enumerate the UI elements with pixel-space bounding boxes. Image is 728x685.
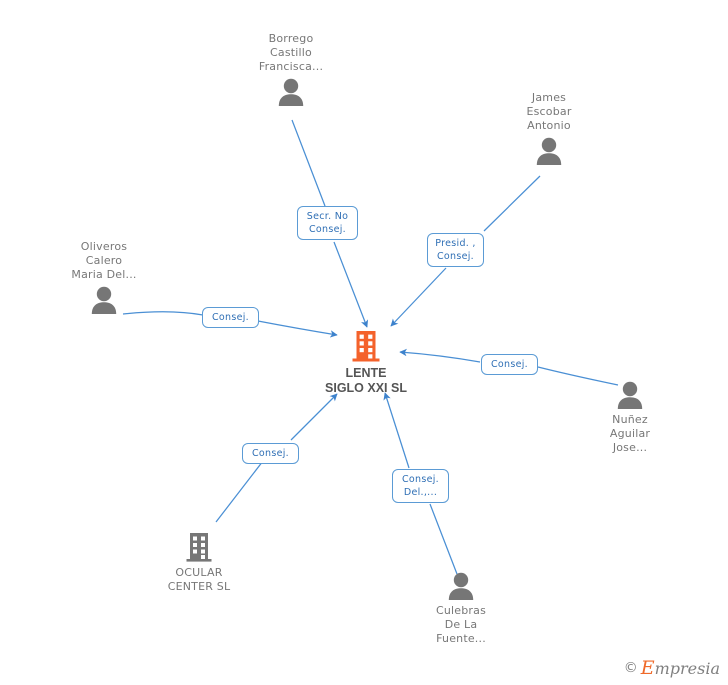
edge-label-consej-ocular[interactable]: Consej. [242, 443, 299, 464]
edge-label-secr-no-consej[interactable]: Secr. No Consej. [297, 206, 358, 240]
building-icon [139, 532, 259, 562]
edge-label-consej-del[interactable]: Consej. Del.,... [392, 469, 449, 503]
node-nunez[interactable]: Nuñez Aguilar Jose... [570, 381, 690, 455]
node-ocular-center[interactable]: OCULAR CENTER SL [139, 532, 259, 594]
node-label: Oliveros Calero Maria Del... [71, 240, 137, 281]
node-james[interactable]: James Escobar Antonio [489, 91, 609, 165]
node-label: Culebras De La Fuente... [435, 604, 487, 645]
copyright-symbol: © [623, 660, 638, 676]
diagram-canvas: Borrego Castillo Francisca... James Esco… [0, 0, 728, 685]
node-label: Borrego Castillo Francisca... [258, 32, 324, 73]
edge-line-borrego-in [291, 119, 326, 207]
brand-initial: E [640, 657, 655, 679]
node-label: James Escobar Antonio [526, 91, 572, 132]
person-icon [401, 572, 521, 600]
person-icon [489, 137, 609, 165]
edge-label-consej-oliveros[interactable]: Consej. [202, 307, 259, 328]
person-icon [231, 78, 351, 106]
edge-line-james-out [390, 267, 447, 327]
edge-line-ocular-out [290, 393, 338, 441]
edge-label-presid-consej[interactable]: Presid. , Consej. [427, 233, 484, 267]
watermark: © Empresia [624, 657, 720, 679]
node-lente-siglo-xxi[interactable]: LENTE SIGLO XXI SL [306, 330, 426, 396]
node-label: LENTE SIGLO XXI SL [325, 366, 407, 395]
edge-line-ocular-in [215, 460, 264, 523]
node-borrego[interactable]: Borrego Castillo Francisca... [231, 32, 351, 106]
person-icon [570, 381, 690, 409]
edge-line-culebras-out [383, 392, 410, 469]
edge-line-borrego-out [333, 241, 369, 328]
node-label: OCULAR CENTER SL [167, 566, 231, 593]
building-icon [306, 330, 426, 362]
brand-name: Empresia [641, 657, 720, 679]
edge-label-consej-nunez[interactable]: Consej. [481, 354, 538, 375]
node-label: Nuñez Aguilar Jose... [609, 413, 651, 454]
edge-line-culebras-in [429, 503, 458, 575]
node-oliveros[interactable]: Oliveros Calero Maria Del... [44, 240, 164, 314]
edge-line-james-in [483, 175, 541, 232]
brand-rest: mpresia [654, 659, 720, 678]
node-culebras[interactable]: Culebras De La Fuente... [401, 572, 521, 646]
person-icon [44, 286, 164, 314]
